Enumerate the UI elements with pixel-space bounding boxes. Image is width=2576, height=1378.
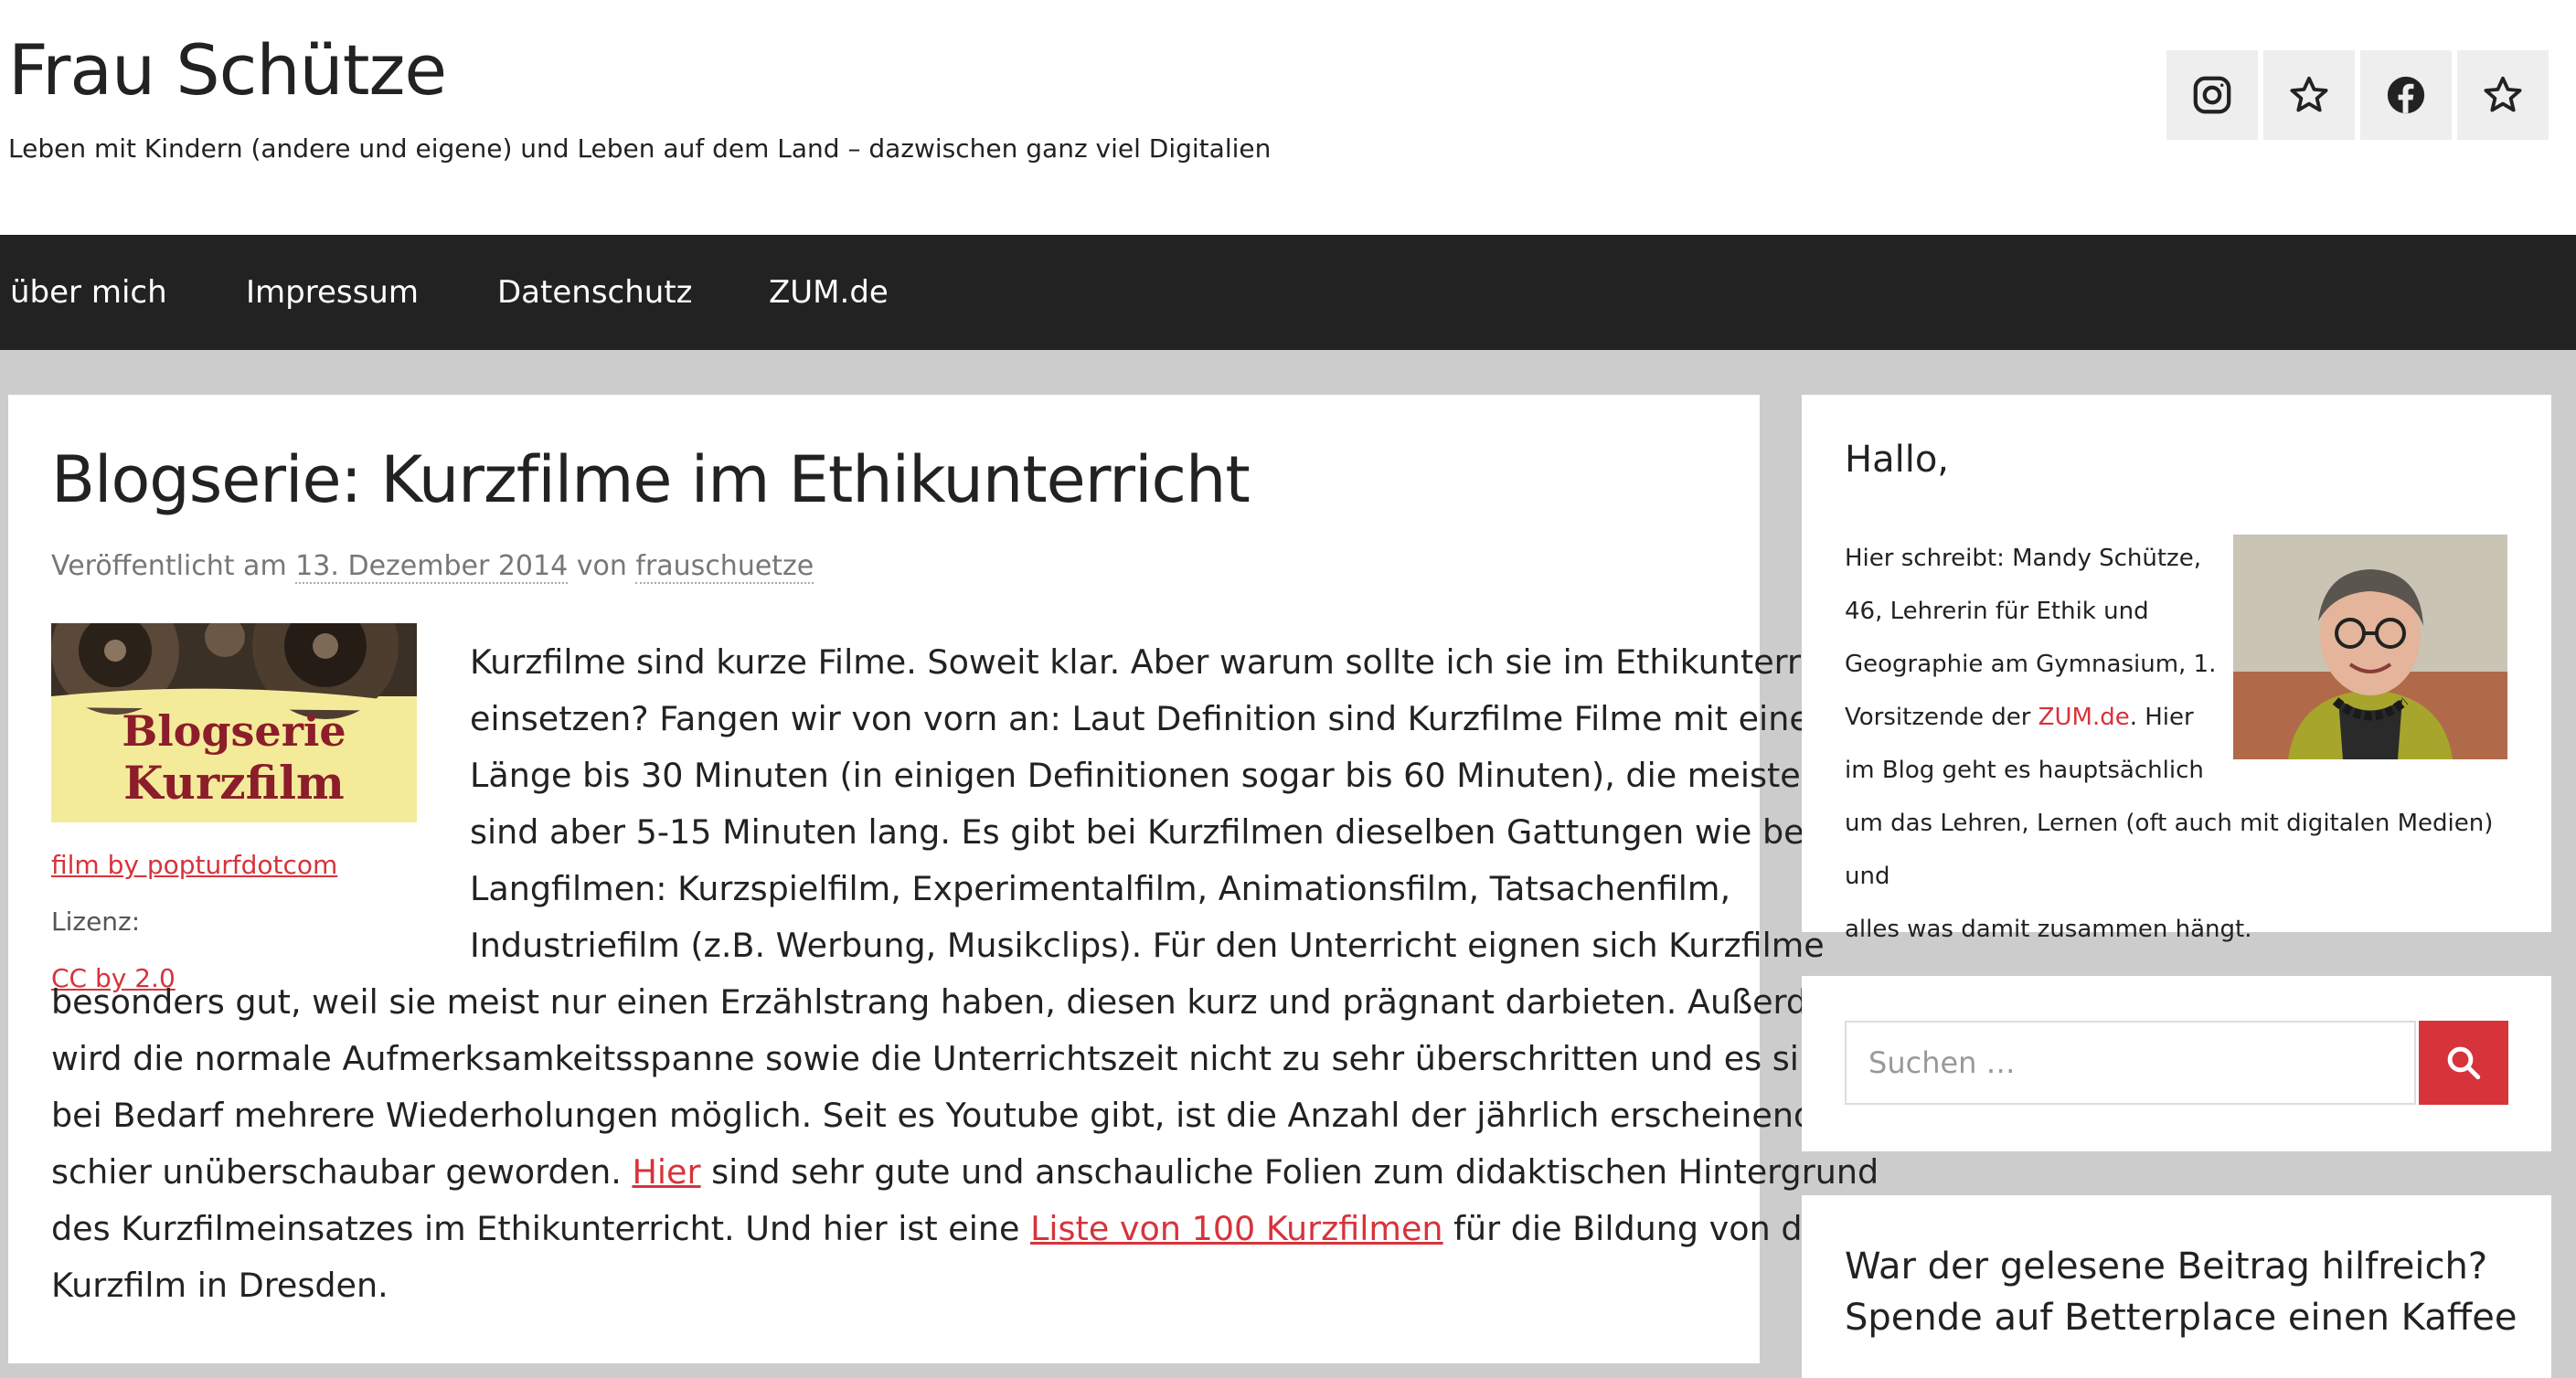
content-line: Industriefilm (z.B. Werbung, Musikclips)… bbox=[470, 926, 1825, 965]
site-title[interactable]: Frau Schütze bbox=[8, 29, 447, 111]
content-line: Länge bis 30 Minuten (in einigen Definit… bbox=[470, 756, 1822, 795]
post-article: Blogserie: Kurzfilme im Ethikunterricht … bbox=[8, 395, 1895, 1363]
nav-item-zum[interactable]: ZUM.de bbox=[769, 235, 889, 350]
about-text-line: . Hier bbox=[2129, 704, 2194, 731]
search-button[interactable] bbox=[2419, 1021, 2508, 1105]
content-line: Langfilmen: Kurzspielfilm, Experimentalf… bbox=[470, 869, 1731, 908]
search-icon bbox=[2447, 1046, 2481, 1080]
image-text-line-2: Kurzfilm bbox=[123, 756, 345, 810]
search-widget bbox=[1802, 976, 2551, 1151]
caption-source-link[interactable]: film by popturfdotcom bbox=[51, 850, 337, 880]
content-line: einsetzen? Fangen wir von vorn an: Laut … bbox=[470, 699, 1824, 738]
content-line: wird die normale Aufmerksamkeitsspanne s… bbox=[51, 1039, 1842, 1078]
zum-link[interactable]: ZUM.de bbox=[2038, 704, 2130, 731]
content-line: Kurzfilm in Dresden. bbox=[51, 1266, 389, 1305]
about-widget: Hallo, Hier schreibt: Mandy Schütze, 46,… bbox=[1802, 395, 2551, 943]
caption-license-label: Lizenz: bbox=[51, 906, 141, 937]
content-line: schier unüberschaubar geworden. Hier sin… bbox=[51, 1144, 1879, 1201]
about-text-line: Hier schreibt: Mandy Schütze, bbox=[1845, 545, 2201, 572]
nav-item-datenschutz[interactable]: Datenschutz bbox=[497, 235, 693, 350]
instagram-icon bbox=[2193, 76, 2231, 114]
post-meta: Veröffentlicht am 13. Dezember 2014 von … bbox=[51, 550, 814, 584]
about-widget-title: Hallo, bbox=[1845, 439, 1950, 481]
kurzfilm-list-link[interactable]: Liste von 100 Kurzfilmen bbox=[1030, 1209, 1443, 1248]
hier-link[interactable]: Hier bbox=[632, 1152, 700, 1192]
content-line: bei Bedarf mehrere Wiederholungen möglic… bbox=[51, 1096, 1857, 1135]
about-text-line: 46, Lehrerin für Ethik und bbox=[1845, 598, 2149, 625]
nav-item-ueber-mich[interactable]: über mich bbox=[10, 235, 167, 350]
site-description: Leben mit Kindern (andere und eigene) un… bbox=[8, 133, 1272, 164]
post-author-link[interactable]: frauschuetze bbox=[635, 550, 814, 584]
content-line: des Kurzfilmeinsatzes im Ethikunterricht… bbox=[51, 1201, 1895, 1257]
meta-by: von bbox=[576, 550, 627, 582]
post-date-link[interactable]: 13. Dezember 2014 bbox=[295, 550, 569, 584]
content-line: Kurzfilme sind kurze Filme. Soweit klar.… bbox=[470, 642, 1863, 682]
donate-widget: War der gelesene Beitrag hilfreich? Spen… bbox=[1802, 1195, 2551, 1378]
image-text-line-1: Blogserie bbox=[122, 706, 346, 756]
site-header: Frau Schütze Leben mit Kindern (andere u… bbox=[0, 0, 2576, 235]
social-link-facebook[interactable] bbox=[2360, 50, 2452, 140]
post-featured-image[interactable]: Blogserie Kurzfilm bbox=[51, 623, 417, 822]
content-text: schier unüberschaubar geworden. bbox=[51, 1152, 622, 1192]
social-link-star-2[interactable] bbox=[2457, 50, 2549, 140]
film-reel-image: Blogserie Kurzfilm bbox=[51, 623, 417, 822]
search-input[interactable] bbox=[1845, 1021, 2416, 1105]
social-link-instagram[interactable] bbox=[2166, 50, 2258, 140]
about-text-line: um das Lehren, Lernen (oft auch mit digi… bbox=[1845, 810, 2494, 890]
about-widget-text: Hier schreibt: Mandy Schütze, 46, Lehrer… bbox=[1845, 532, 2521, 956]
star-icon bbox=[2290, 76, 2328, 112]
content-text: sind sehr gute und anschauliche Folien z… bbox=[711, 1152, 1879, 1192]
about-text-line: alles was damit zusammen hängt. bbox=[1845, 916, 2252, 943]
post-title[interactable]: Blogserie: Kurzfilme im Ethikunterricht bbox=[51, 442, 1251, 517]
content-line: sind aber 5-15 Minuten lang. Es gibt bei… bbox=[470, 812, 1814, 852]
content-text: des Kurzfilmeinsatzes im Ethikunterricht… bbox=[51, 1209, 1020, 1248]
facebook-icon bbox=[2387, 76, 2425, 114]
content-line: besonders gut, weil sie meist nur einen … bbox=[51, 982, 1861, 1022]
main-navigation: über mich Impressum Datenschutz ZUM.de bbox=[0, 235, 2576, 350]
social-link-star-1[interactable] bbox=[2263, 50, 2355, 140]
meta-prefix: Veröffentlicht am bbox=[51, 550, 287, 582]
nav-item-impressum[interactable]: Impressum bbox=[246, 235, 419, 350]
about-text-line: Vorsitzende der bbox=[1845, 704, 2031, 731]
star-icon bbox=[2484, 76, 2522, 112]
donate-widget-title: War der gelesene Beitrag hilfreich? Spen… bbox=[1845, 1246, 2517, 1339]
about-text-line: im Blog geht es hauptsächlich bbox=[1845, 757, 2204, 784]
about-text-line: Geographie am Gymnasium, 1. bbox=[1845, 651, 2217, 678]
